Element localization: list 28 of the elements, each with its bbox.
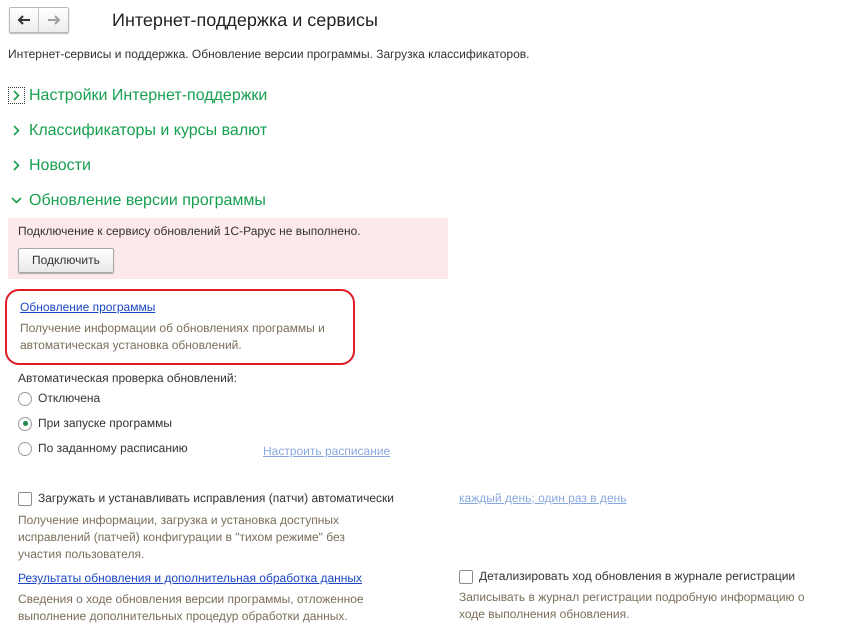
auto-check-label: Автоматическая проверка обновлений: bbox=[18, 371, 238, 386]
arrow-right-icon bbox=[46, 15, 60, 25]
patches-label: Загружать и устанавливать исправления (патчи) автоматически bbox=[38, 491, 394, 506]
connect-button[interactable]: Подключить bbox=[18, 248, 114, 273]
update-results-description: Сведения о ходе обновления версии программы, отложенное выполнение дополнительных процедур обработки данных. bbox=[18, 591, 365, 625]
detail-log-description: Записывать в журнал регистрации подробную информацию о ходе выполнения обновления. bbox=[459, 589, 806, 623]
section-header[interactable]: Классификаторы и курсы валют bbox=[8, 113, 844, 148]
update-results-link[interactable]: Результаты обновления и дополнительная обработка данных bbox=[18, 571, 362, 586]
page-description: Интернет-сервисы и поддержка. Обновление версии программы. Загрузка классификаторов. bbox=[7, 47, 530, 62]
checkbox[interactable] bbox=[459, 570, 473, 584]
section-header[interactable]: Обновление версии программы bbox=[8, 183, 844, 218]
checkbox[interactable] bbox=[18, 492, 32, 506]
section-header[interactable]: Настройки Интернет-поддержки bbox=[8, 78, 844, 113]
alert-text: Подключение к сервису обновлений 1С-Рарус не выполнено. bbox=[18, 224, 361, 239]
update-program-description: Получение информации об обновлениях программы и автоматическая установка обновлений. bbox=[20, 320, 326, 354]
arrow-left-icon bbox=[17, 15, 31, 25]
detail-log-label: Детализировать ход обновления в журнале регистрации bbox=[479, 569, 796, 584]
radio-label: По заданному расписанию bbox=[38, 441, 188, 456]
radio-button[interactable] bbox=[18, 392, 32, 406]
update-program-link[interactable]: Обновление программы bbox=[20, 300, 156, 315]
page-title: Интернет-поддержка и сервисы bbox=[112, 12, 378, 28]
radio-button[interactable] bbox=[18, 442, 32, 456]
section-header[interactable]: Новости bbox=[8, 148, 844, 183]
radio-label: Отключена bbox=[38, 391, 100, 406]
patches-description: Получение информации, загрузка и установка доступных исправлений (патчей) конфигурации в "тихом режиме" без участия пользователя. bbox=[18, 512, 346, 563]
back-button[interactable] bbox=[10, 8, 39, 32]
radio-label: При запуске программы bbox=[38, 416, 172, 431]
radio-button[interactable] bbox=[18, 416, 32, 430]
